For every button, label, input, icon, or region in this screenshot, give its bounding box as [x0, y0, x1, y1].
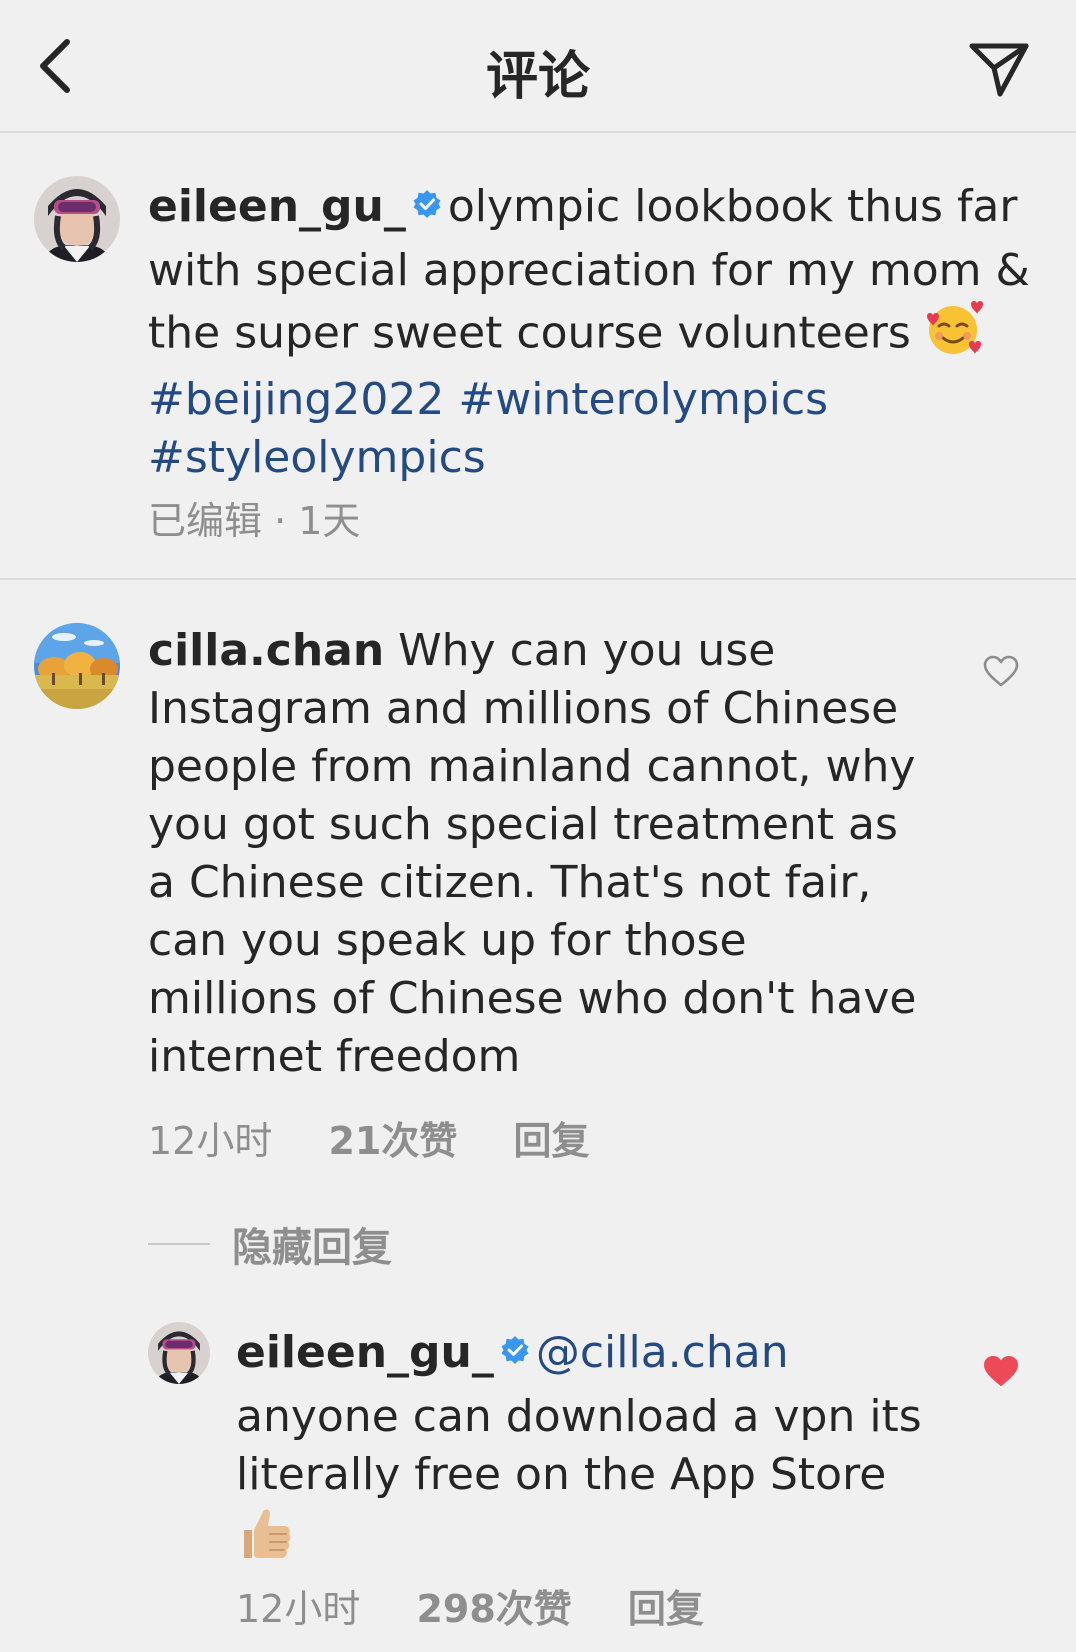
reply-line: literally free on the App Store: [236, 1449, 887, 1500]
divider: [0, 578, 1076, 580]
reply-likes-count[interactable]: 298次赞: [416, 1578, 571, 1633]
comment-time: 12小时: [148, 1119, 273, 1163]
comment-line: a Chinese citizen. That's not fair,: [148, 857, 872, 908]
comment-line: can you speak up for those: [148, 915, 747, 966]
comment-line: internet freedom: [148, 1031, 521, 1082]
comment-line: Why can you use: [398, 625, 776, 676]
avatar-eileen[interactable]: [34, 176, 120, 262]
hashtag-styleolympics[interactable]: #styleolympics: [148, 432, 486, 483]
verified-badge-icon: [412, 176, 442, 234]
post-meta: 已编辑 · 1天: [148, 499, 361, 543]
hide-replies-button[interactable]: 隐藏回复: [148, 1215, 392, 1273]
mention-cilla[interactable]: @cilla.chan: [536, 1327, 789, 1378]
reply-line: anyone can download a vpn its: [236, 1391, 922, 1442]
like-comment-button[interactable]: [978, 652, 1024, 694]
comment-line: millions of Chinese who don't have: [148, 973, 917, 1024]
comment-likes-count[interactable]: 21次赞: [328, 1110, 457, 1165]
comment-text: cilla.chan Why can you use Instagram and…: [148, 622, 916, 1086]
caption-text-2: with special appreciation for my mom &: [148, 245, 1030, 296]
top-bar: 评论: [0, 0, 1076, 133]
reply-meta: 12小时 298次赞 回复: [236, 1578, 704, 1633]
reply-to-reply-button[interactable]: 回复: [628, 1578, 704, 1633]
avatar-eileen-reply[interactable]: [148, 1322, 210, 1384]
post-caption: eileen_gu_ olympic lookbook thus far with…: [148, 176, 1030, 487]
reply-time: 12小时: [236, 1587, 361, 1631]
smiling-face-with-hearts-emoji: [925, 300, 983, 371]
comment-line: you got such special treatment as: [148, 799, 898, 850]
hashtag-beijing2022[interactable]: #beijing2022: [148, 374, 444, 425]
comment-meta: 12小时 21次赞 回复: [148, 1110, 589, 1165]
avatar-cilla[interactable]: [34, 623, 120, 709]
comment-username[interactable]: cilla.chan: [148, 625, 384, 676]
thumbs-up-emoji: [236, 1504, 294, 1577]
caption-text-1: olympic lookbook thus far: [447, 181, 1018, 232]
reply-username[interactable]: eileen_gu_: [236, 1327, 494, 1378]
comment-line: Instagram and millions of Chinese: [148, 683, 899, 734]
post-username[interactable]: eileen_gu_: [148, 181, 406, 232]
reply-text: eileen_gu_ @cilla.chan anyone can downloa…: [236, 1322, 922, 1577]
page-title: 评论: [485, 47, 590, 107]
verified-badge-icon: [500, 1322, 530, 1380]
like-reply-button[interactable]: [978, 1352, 1024, 1394]
hide-replies-label: 隐藏回复: [232, 1225, 392, 1271]
comment-line: people from mainland cannot, why: [148, 741, 916, 792]
share-button[interactable]: [964, 38, 1034, 102]
reply-button[interactable]: 回复: [513, 1110, 589, 1165]
caption-text-3: the super sweet course volunteers: [148, 307, 911, 359]
heart-icon: [983, 655, 1019, 692]
paper-plane-icon: [967, 38, 1031, 103]
hide-replies-line: [148, 1243, 210, 1245]
hashtag-winterolympics[interactable]: #winterolympics: [458, 374, 828, 425]
heart-icon: [983, 1355, 1019, 1392]
